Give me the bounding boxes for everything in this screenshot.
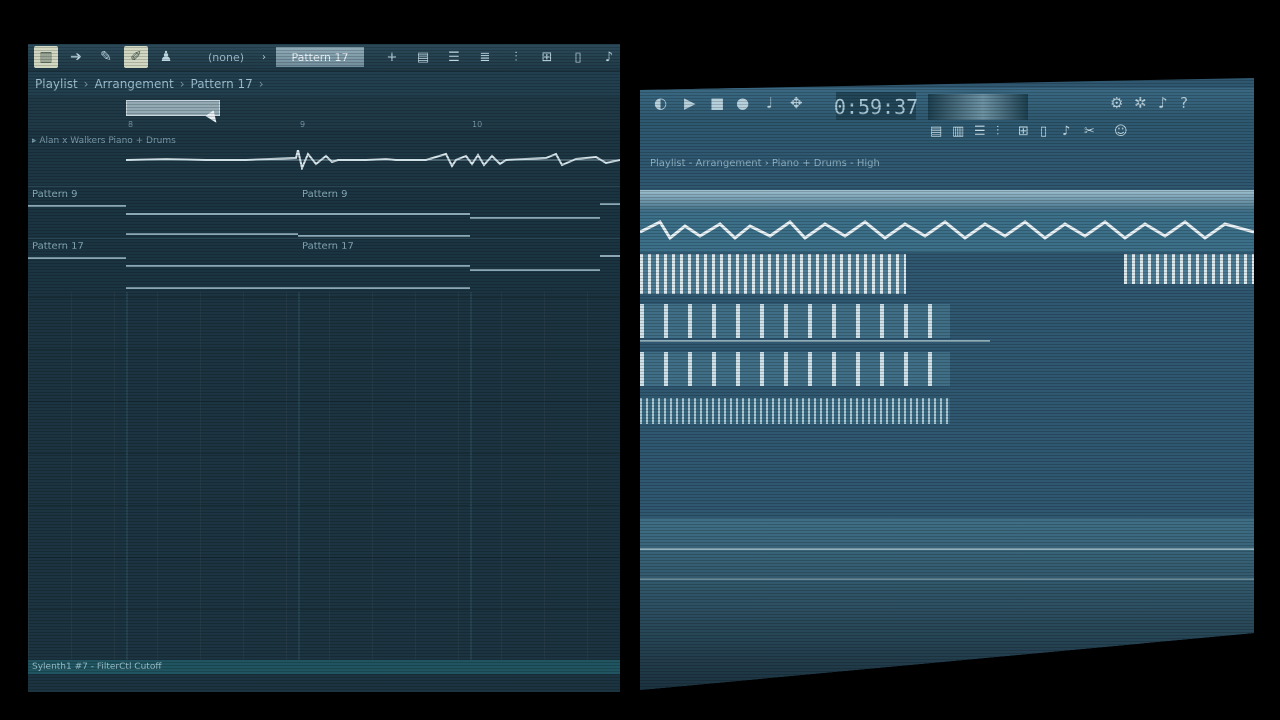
audio-track[interactable]: [640, 212, 1254, 252]
breadcrumb-item-pattern[interactable]: Pattern 17: [191, 77, 253, 91]
playlist-grid[interactable]: [28, 292, 620, 662]
microphone-icon[interactable]: ♪: [1158, 94, 1168, 112]
playlist-grid[interactable]: [640, 518, 1254, 690]
microphone-icon[interactable]: ♪: [598, 46, 620, 68]
pattern-note: [298, 235, 470, 237]
plugin-icon[interactable]: ⊞: [536, 46, 558, 68]
audio-waveform: [640, 220, 1254, 241]
ruler-tick: 10: [472, 120, 483, 129]
user-icon[interactable]: ☺: [1114, 124, 1128, 139]
automation-line: [640, 548, 1254, 550]
pattern-track-label: Pattern 17: [32, 241, 84, 252]
cpu-meter: [928, 94, 1028, 120]
snap-icon[interactable]: ✥: [790, 94, 803, 112]
document-icon[interactable]: ▯: [567, 46, 589, 68]
mixer-icon[interactable]: ⫶: [996, 124, 999, 139]
pattern-none-select[interactable]: (none): [196, 51, 256, 64]
arrow-right-icon[interactable]: ➔: [64, 46, 88, 68]
stamp-icon[interactable]: ♟: [154, 46, 178, 68]
scissors-icon[interactable]: ✂: [1084, 124, 1095, 139]
chevron-right-icon[interactable]: ›: [258, 46, 270, 68]
pattern-note: [600, 255, 620, 257]
mixer-knob-icon[interactable]: ✲: [1134, 94, 1147, 112]
breadcrumb-separator: ›: [179, 77, 185, 91]
sliders-icon[interactable]: ⫶: [505, 46, 527, 68]
piano-roll-icon[interactable]: ▥: [34, 46, 58, 68]
pattern-note: [28, 257, 126, 259]
plugin-icon[interactable]: ⊞: [1018, 124, 1029, 139]
ruler-tick: 8: [128, 120, 134, 129]
playlist-title: Playlist - Arrangement › Piano + Drums -…: [650, 158, 880, 169]
plus-icon[interactable]: +: [381, 46, 403, 68]
pattern-note: [640, 340, 990, 342]
breadcrumb-separator: ›: [83, 77, 89, 91]
channel-rack-icon[interactable]: ☰: [974, 124, 986, 139]
pattern-clip[interactable]: [1124, 254, 1254, 284]
loop-region[interactable]: [126, 100, 220, 116]
audio-track-label: ▸ Alan x Walkers Piano + Drums: [32, 136, 176, 146]
channel-rack-icon[interactable]: ☰: [443, 46, 465, 68]
help-icon[interactable]: ?: [1180, 94, 1188, 112]
pattern-track-1[interactable]: Pattern 9 Pattern 9: [28, 186, 620, 239]
pattern-note: [126, 265, 470, 267]
ruler-tick: 9: [300, 120, 306, 129]
pattern-clip-label: Pattern 9: [302, 189, 348, 200]
playlist-window-left: ▥ ➔ ✎ ✐ ♟ (none) › Pattern 17 + ▤ ☰ ≣ ⫶ …: [28, 44, 620, 692]
pattern-selector[interactable]: Pattern 17: [276, 47, 364, 67]
brush-icon[interactable]: ✎: [94, 46, 118, 68]
pattern-note: [28, 205, 126, 207]
metronome-icon[interactable]: ♩: [766, 94, 773, 112]
play-icon[interactable]: ▶: [684, 94, 696, 112]
pattern-note: [470, 217, 600, 219]
timeline-ruler[interactable]: 8 9 10: [28, 96, 620, 130]
pattern-track-label: Pattern 9: [32, 189, 78, 200]
pattern-clip[interactable]: [640, 398, 950, 424]
stop-icon[interactable]: ■: [710, 94, 724, 112]
pattern-note: [126, 233, 298, 235]
breadcrumb-item-playlist[interactable]: Playlist: [35, 77, 78, 91]
secondary-toolbar: ▤ ▥ ☰ ⫶ ⊞ ▯ ♪ ✂ ☺: [640, 120, 1254, 146]
microphone-icon[interactable]: ♪: [1062, 124, 1070, 139]
bar-line: [298, 292, 300, 662]
draw-tool-icon[interactable]: ✐: [124, 46, 148, 68]
playlist-toolbar: ▥ ➔ ✎ ✐ ♟ (none) › Pattern 17 + ▤ ☰ ≣ ⫶ …: [28, 44, 620, 70]
settings-icon[interactable]: ⚙: [1110, 94, 1123, 112]
pattern-note: [600, 203, 620, 205]
mixer-icon[interactable]: ▤: [412, 46, 434, 68]
pattern-clip[interactable]: [640, 254, 906, 294]
pattern-song-toggle-icon[interactable]: ◐: [654, 94, 667, 112]
bar-line: [126, 292, 128, 662]
playlist-window-right: ◐ ▶ ■ ● ♩ ✥ 0:59:37 ⚙ ✲ ♪ ? ▤ ▥ ☰ ⫶ ⊞ ▯ …: [640, 78, 1254, 690]
timeline-ruler[interactable]: [640, 190, 1254, 212]
equalizer-icon[interactable]: ≣: [474, 46, 496, 68]
automation-line: [640, 578, 1254, 580]
bar-line: [470, 292, 472, 662]
pattern-note: [126, 213, 470, 215]
audio-waveform: [126, 150, 620, 170]
record-icon[interactable]: ●: [736, 94, 749, 112]
pattern-clip-label: Pattern 17: [302, 241, 354, 252]
breadcrumb-separator: ›: [258, 77, 264, 91]
breadcrumb: Playlist › Arrangement › Pattern 17 ›: [28, 72, 620, 96]
piano-roll-icon[interactable]: ▥: [952, 124, 964, 139]
pattern-note: [298, 287, 470, 289]
browser-icon[interactable]: ▯: [1040, 124, 1047, 139]
automation-clip[interactable]: Sylenth1 #7 - FilterCtl Cutoff: [28, 660, 620, 674]
playlist-icon[interactable]: ▤: [930, 124, 942, 139]
pattern-clip[interactable]: [640, 352, 950, 386]
song-time-display: 0:59:37: [834, 92, 918, 122]
pattern-note: [470, 269, 600, 271]
pattern-clip[interactable]: [640, 304, 950, 338]
breadcrumb-item-arrangement[interactable]: Arrangement: [94, 77, 173, 91]
audio-track[interactable]: ▸ Alan x Walkers Piano + Drums: [28, 134, 620, 186]
pattern-track-2[interactable]: Pattern 17 Pattern 17: [28, 238, 620, 291]
pattern-note: [126, 287, 298, 289]
